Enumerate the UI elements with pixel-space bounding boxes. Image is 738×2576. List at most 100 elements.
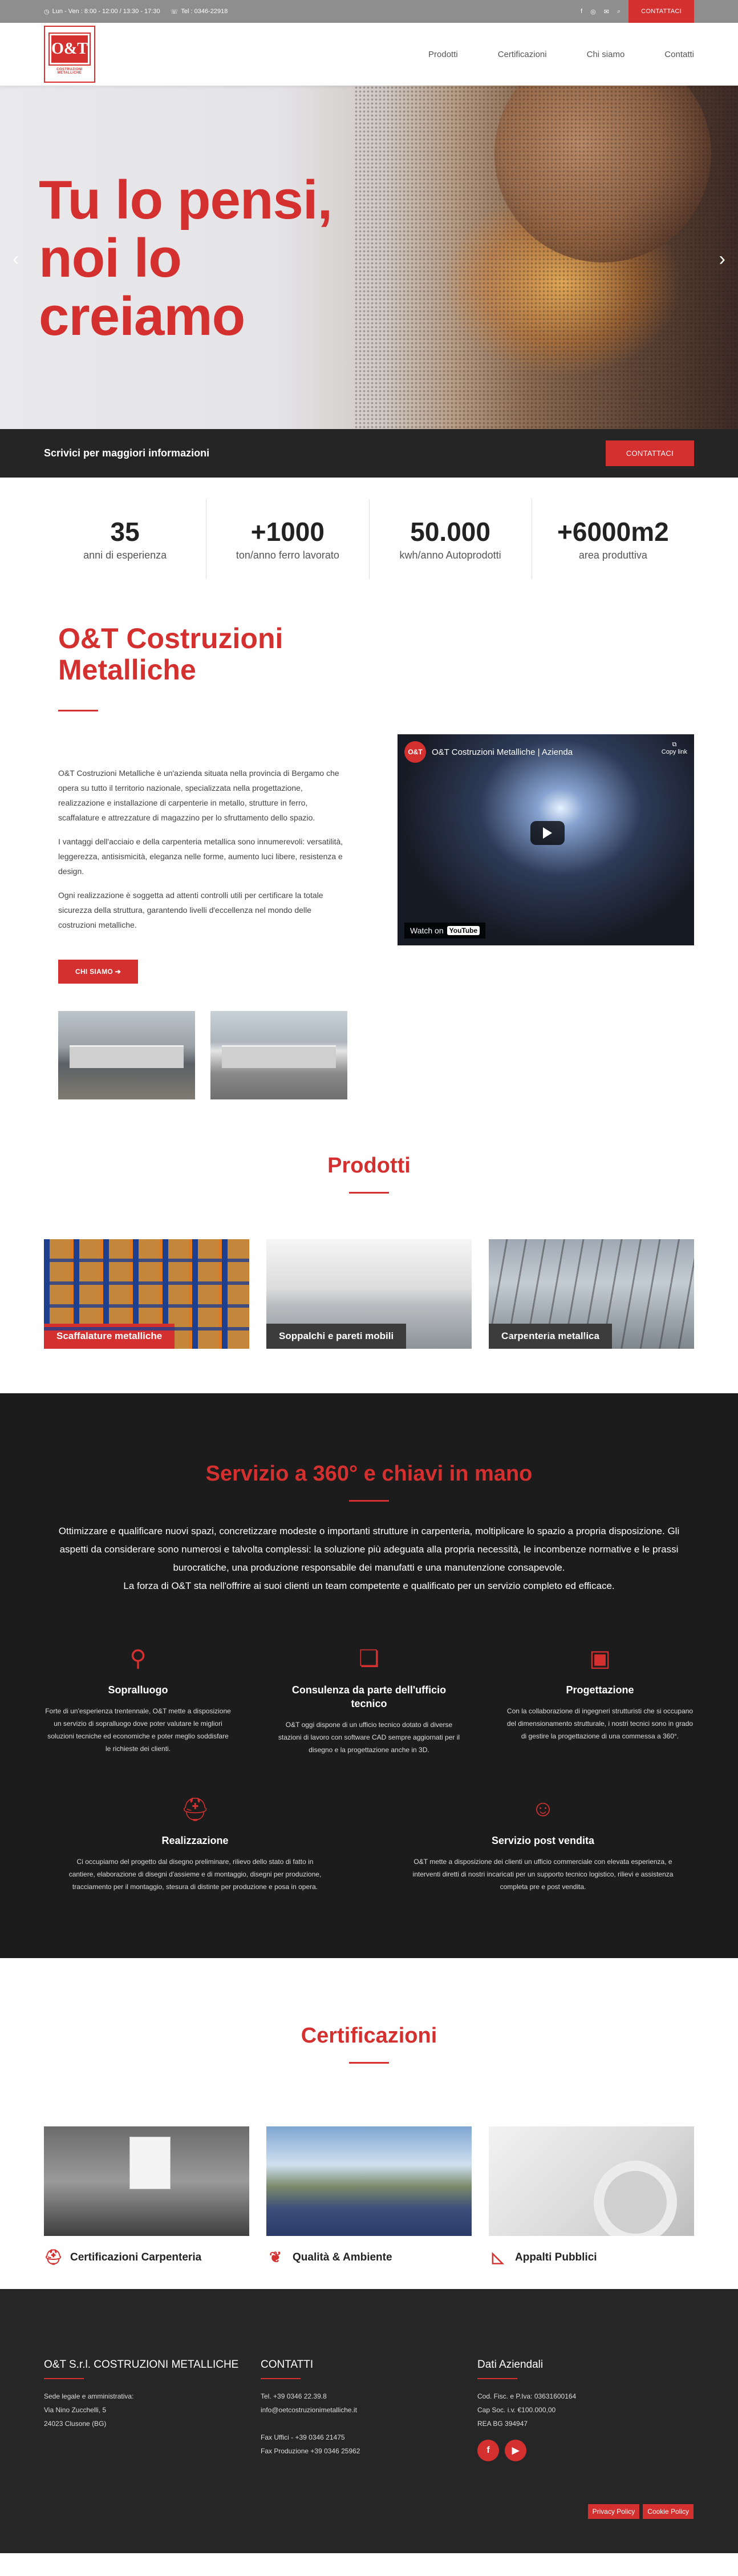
cta-contact-button[interactable]: CONTATTACI (605, 440, 694, 466)
search-icon[interactable]: ⌕ (617, 8, 621, 15)
clock-icon: ◷ (44, 8, 50, 15)
slider-prev-icon[interactable]: ‹ (13, 248, 19, 270)
play-button[interactable] (530, 821, 565, 845)
cert-image (266, 2126, 472, 2236)
ruler-icon: ◺ (492, 2249, 504, 2266)
footer-underline (44, 2378, 84, 2379)
hardhat-icon: ⛑ (44, 2249, 63, 2266)
stat-number: 35 (110, 517, 140, 547)
footer-company: O&T S.r.l. COSTRUZIONI METALLICHE Sede l… (44, 2359, 261, 2461)
main-nav: Prodotti Certificazioni Chi siamo Contat… (428, 50, 694, 59)
channel-avatar[interactable]: O&T (404, 741, 426, 763)
chi-siamo-label: CHI SIAMO (75, 968, 113, 976)
about-text: O&T Costruzioni Metalliche è un'azienda … (58, 766, 343, 941)
cookie-policy-link[interactable]: Cookie Policy (643, 2504, 694, 2519)
nav-certificazioni[interactable]: Certificazioni (498, 50, 547, 59)
instagram-icon[interactable]: ◎ (590, 8, 596, 15)
stat-number: +6000m2 (557, 517, 669, 547)
youtube-icon[interactable]: ▶ (505, 2440, 526, 2461)
facebook-icon[interactable]: f (477, 2440, 499, 2461)
product-card-scaffalature[interactable]: Scaffalature metalliche (44, 1239, 249, 1349)
copy-link-label: Copy link (661, 749, 687, 755)
service-title: Servizio a 360° e chiavi in mano (205, 1462, 533, 1486)
phone-info[interactable]: ☏ Tel : 0346-22918 (171, 8, 228, 15)
service-item-title: Sopralluogo (108, 1684, 168, 1696)
play-icon (543, 827, 552, 839)
phone-text: Tel : 0346-22918 (181, 8, 228, 15)
privacy-policy-link[interactable]: Privacy Policy (587, 2504, 640, 2519)
topbar-contact-button[interactable]: CONTATTACI (628, 0, 694, 23)
service-item-desc: Ci occupiamo del progetto dal disegno pr… (68, 1858, 322, 1891)
footer-email[interactable]: info@oetcostruzionimetalliche.it (261, 2403, 477, 2417)
copy-link-button[interactable]: ⧉ Copy link (662, 741, 687, 755)
leaf-icon: ❦ (269, 2249, 282, 2266)
building-roof (70, 1045, 184, 1068)
footer-line: Sede legale e amministrativa: (44, 2392, 134, 2400)
cert-label: Appalti Pubblici (515, 2251, 597, 2263)
video-title[interactable]: O&T Costruzioni Metalliche | Azienda (432, 747, 573, 757)
watch-on-youtube[interactable]: Watch on YouTube (404, 923, 486, 939)
chi-siamo-button[interactable]: CHI SIAMO ➔ (58, 960, 139, 984)
hours-info: ◷ Lun - Ven : 8:00 - 12:00 / 13:30 - 17:3… (44, 8, 160, 15)
stat-number: 50.000 (410, 517, 490, 547)
hero-slider: Tu lo pensi, noi lo creiamo ‹ › (0, 86, 738, 429)
logo-mark: O&T (48, 33, 91, 66)
certifications-section: Certificazioni ⛑ Certificazioni Carpenter… (0, 1958, 738, 2289)
facebook-icon[interactable]: f (581, 8, 582, 15)
cert-image (44, 2126, 249, 2236)
title-underline (58, 710, 98, 711)
service-item: ⚲ Sopralluogo Forte di un'esperienza trent… (44, 1645, 232, 1756)
cert-label: Qualità & Ambiente (293, 2251, 392, 2263)
stat-item: 35 anni di esperienza (44, 499, 207, 579)
product-label: Scaffalature metalliche (44, 1324, 175, 1349)
blueprint-icon: ▣ (589, 1646, 611, 1671)
nav-contatti[interactable]: Contatti (664, 50, 694, 59)
nav-prodotti[interactable]: Prodotti (428, 50, 458, 59)
about-section: O&T Costruzioni Metalliche O&T Costruzio… (0, 600, 738, 1114)
footer-heading: Dati Aziendali (477, 2359, 544, 2371)
hours-text: Lun - Ven : 8:00 - 12:00 / 13:30 - 17:30 (52, 8, 160, 15)
service-item-desc: Forte di un'esperienza trentennale, O&T … (45, 1707, 231, 1753)
footer-company-data: Dati Aziendali Cod. Fisc. e P.Iva: 03631… (477, 2359, 694, 2461)
service-item-desc: O&T oggi dispone di un ufficio tecnico d… (278, 1721, 460, 1754)
footer-phone[interactable]: Tel. +39 0346 22.39.8 (261, 2389, 477, 2403)
cert-card-carpenteria[interactable]: ⛑ Certificazioni Carpenteria (44, 2126, 249, 2266)
about-title: O&T Costruzioni Metalliche (58, 622, 283, 686)
footer-contacts: CONTATTI Tel. +39 0346 22.39.8 info@oetc… (261, 2359, 477, 2461)
footer-heading: CONTATTI (261, 2359, 314, 2371)
stat-label: anni di esperienza (83, 549, 167, 561)
footer-underline (477, 2378, 517, 2379)
service-item-title: Consulenza da parte dell'ufficio tecnico (291, 1684, 447, 1709)
service-section: Servizio a 360° e chiavi in mano Ottimiz… (0, 1393, 738, 1958)
service-item-title: Servizio post vendita (491, 1835, 595, 1846)
arrow-right-icon: ➔ (115, 968, 121, 976)
cert-card-appalti[interactable]: ◺ Appalti Pubblici (489, 2126, 694, 2266)
product-card-soppalchi[interactable]: Soppalchi e pareti mobili (266, 1239, 472, 1349)
footer-line: Cap Soc. i.v. €100.000,00 (477, 2406, 556, 2414)
product-card-carpenteria[interactable]: Carpenteria metallica (489, 1239, 694, 1349)
service-intro: Ottimizzare e qualificare nuovi spazi, c… (58, 1526, 680, 1591)
products-section: Prodotti Scaffalature metalliche Soppalc… (0, 1114, 738, 1393)
nav-chi-siamo[interactable]: Chi siamo (587, 50, 625, 59)
about-paragraph: I vantaggi dell'acciaio e della carpente… (58, 837, 343, 876)
about-paragraph: Ogni realizzazione è soggetta ad attenti… (58, 891, 323, 929)
title-underline (349, 2062, 389, 2064)
building-facade (222, 1045, 336, 1068)
service-item: ⛑ Realizzazione Ci occupiamo del progetto … (64, 1796, 326, 1893)
title-underline (349, 1192, 389, 1194)
logo[interactable]: O&T COSTRUZIONI METALLICHE (44, 26, 95, 83)
cert-card-qualita[interactable]: ❦ Qualità & Ambiente (266, 2126, 472, 2266)
footer-line: Via Nino Zucchelli, 5 (44, 2406, 107, 2414)
phone-icon: ☏ (170, 8, 179, 15)
service-item-desc: Con la collaborazione di ingegneri strut… (506, 1707, 694, 1740)
footer-line: Fax Uffici - +39 0346 21475 (261, 2433, 345, 2441)
footer-heading: O&T S.r.l. COSTRUZIONI METALLICHE (44, 2359, 239, 2371)
cta-text: Scrivici per maggiori informazioni (44, 447, 210, 459)
youtube-video[interactable]: O&T O&T Costruzioni Metalliche | Azienda… (398, 734, 694, 945)
top-bar: ◷ Lun - Ven : 8:00 - 12:00 / 13:30 - 17:3… (0, 0, 738, 23)
certifications-title: Certificazioni (301, 2024, 437, 2048)
email-icon[interactable]: ✉ (604, 8, 609, 15)
chat-icon: ❏ (359, 1646, 379, 1671)
slider-next-icon[interactable]: › (719, 248, 725, 270)
service-item: ▣ Progettazione Con la collaborazione di i… (506, 1645, 694, 1756)
